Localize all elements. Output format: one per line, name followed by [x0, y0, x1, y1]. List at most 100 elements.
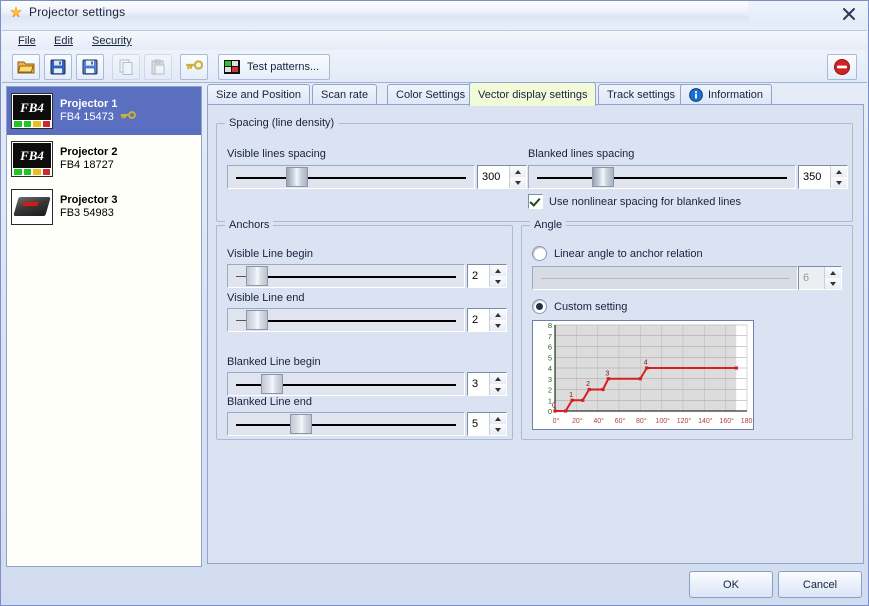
- radio-box: [532, 246, 547, 261]
- projector-list[interactable]: FB4 Projector 1 FB4 15473 FB4 Projector …: [6, 86, 202, 567]
- svg-text:8: 8: [548, 321, 552, 330]
- blanked-line-begin-slider[interactable]: [227, 372, 465, 396]
- close-icon[interactable]: [838, 4, 860, 24]
- disconnect-button[interactable]: [827, 54, 857, 80]
- svg-text:120°: 120°: [677, 417, 692, 425]
- menu-bar: File Edit Security: [2, 30, 867, 51]
- visible-line-begin-label: Visible Line begin: [227, 248, 313, 260]
- fb4-device-icon: FB4: [11, 93, 53, 129]
- spacing-group: Spacing (line density) Visible lines spa…: [216, 123, 853, 222]
- stepper-down[interactable]: [490, 276, 506, 287]
- visible-lines-spacing-label: Visible lines spacing: [227, 148, 326, 160]
- toolbar: Test patterns...: [2, 50, 867, 83]
- stepper-up[interactable]: [510, 166, 526, 177]
- stepper-down[interactable]: [490, 424, 506, 435]
- custom-setting-radio[interactable]: Custom setting: [532, 299, 627, 314]
- linear-angle-label: Linear angle to anchor relation: [554, 248, 703, 260]
- list-item-name: Projector 2: [60, 146, 117, 159]
- svg-text:80°: 80°: [636, 417, 647, 425]
- stepper-down[interactable]: [831, 177, 847, 188]
- sun-star-icon: [9, 5, 23, 19]
- list-item[interactable]: FB4 Projector 2 FB4 18727: [7, 135, 201, 183]
- blanked-line-end-slider[interactable]: [227, 412, 465, 436]
- no-entry-icon: [833, 58, 851, 76]
- svg-text:2: 2: [586, 381, 590, 388]
- menu-file[interactable]: File: [12, 34, 42, 48]
- linear-angle-slider: [532, 266, 798, 290]
- stepper-down[interactable]: [490, 320, 506, 331]
- svg-text:160°: 160°: [719, 417, 734, 425]
- tab-size-and-position[interactable]: Size and Position: [207, 84, 310, 105]
- blanked-line-begin-stepper[interactable]: 3: [467, 372, 507, 396]
- visible-line-begin-slider[interactable]: [227, 264, 465, 288]
- tab-color-settings[interactable]: Color Settings: [387, 84, 474, 105]
- svg-text:20°: 20°: [572, 417, 583, 425]
- linear-angle-radio[interactable]: Linear angle to anchor relation: [532, 246, 703, 261]
- test-patterns-button[interactable]: Test patterns...: [218, 54, 330, 80]
- open-button[interactable]: [12, 54, 40, 80]
- visible-lines-spacing-stepper[interactable]: 300: [477, 165, 527, 189]
- save-button[interactable]: [44, 54, 72, 80]
- anchors-group: Anchors Visible Line begin 2 Visible Lin…: [216, 225, 513, 440]
- visible-lines-spacing-slider[interactable]: [227, 165, 475, 189]
- cancel-button[interactable]: Cancel: [778, 571, 862, 598]
- svg-text:4: 4: [644, 360, 648, 367]
- svg-text:3: 3: [548, 375, 552, 384]
- list-item[interactable]: FB4 Projector 1 FB4 15473: [7, 87, 201, 135]
- fb3-device-icon: [11, 189, 53, 225]
- stepper-down[interactable]: [490, 384, 506, 395]
- key-button[interactable]: [180, 54, 208, 80]
- tab-vector-display-settings[interactable]: Vector display settings: [469, 82, 596, 106]
- menu-edit[interactable]: Edit: [48, 34, 79, 48]
- menu-security[interactable]: Security: [86, 34, 138, 48]
- angle-custom-chart[interactable]: 0123456780°20°40°60°80°100°120°140°160°1…: [532, 320, 754, 430]
- list-item-serial: FB4 15473: [60, 111, 114, 124]
- linear-angle-value: 6: [799, 267, 824, 289]
- paste-button: [144, 54, 172, 80]
- title-bar-left: Projector settings: [9, 5, 125, 19]
- visible-line-end-stepper[interactable]: 2: [467, 308, 507, 332]
- blanked-lines-spacing-stepper[interactable]: 350: [798, 165, 848, 189]
- stepper-up: [825, 267, 841, 278]
- tab-track-settings[interactable]: Track settings: [598, 84, 684, 105]
- info-icon: [689, 88, 703, 102]
- linear-angle-stepper: 6: [798, 266, 842, 290]
- svg-text:0°: 0°: [553, 417, 560, 425]
- stepper-up[interactable]: [490, 265, 506, 276]
- visible-line-end-label: Visible Line end: [227, 292, 304, 304]
- stepper-up[interactable]: [831, 166, 847, 177]
- nonlinear-spacing-checkbox[interactable]: Use nonlinear spacing for blanked lines: [528, 194, 741, 209]
- visible-line-end-slider[interactable]: [227, 308, 465, 332]
- angle-chart-svg[interactable]: 0123456780°20°40°60°80°100°120°140°160°1…: [533, 321, 753, 429]
- tab-scan-rate[interactable]: Scan rate: [312, 84, 377, 105]
- stepper-up[interactable]: [490, 373, 506, 384]
- blanked-line-begin-label: Blanked Line begin: [227, 356, 321, 368]
- blanked-line-begin-value: 3: [468, 373, 489, 395]
- svg-text:60°: 60°: [615, 417, 626, 425]
- tab-information[interactable]: Information: [680, 84, 772, 105]
- list-item[interactable]: Projector 3 FB3 54983: [7, 183, 201, 231]
- stepper-up[interactable]: [490, 309, 506, 320]
- visible-lines-spacing-value: 300: [478, 166, 509, 188]
- fb4-device-icon: FB4: [11, 141, 53, 177]
- blanked-line-end-stepper[interactable]: 5: [467, 412, 507, 436]
- angle-group: Angle Linear angle to anchor relation 6 …: [521, 225, 853, 440]
- anchors-group-caption: Anchors: [225, 219, 273, 231]
- window-title: Projector settings: [29, 5, 125, 19]
- radio-box: [532, 299, 547, 314]
- save-as-button[interactable]: [76, 54, 104, 80]
- svg-text:3: 3: [605, 370, 609, 377]
- checkbox-box: [528, 194, 543, 209]
- blanked-lines-spacing-slider[interactable]: [528, 165, 796, 189]
- blanked-lines-spacing-label: Blanked lines spacing: [528, 148, 634, 160]
- stepper-down[interactable]: [510, 177, 526, 188]
- list-item-name: Projector 1: [60, 98, 136, 111]
- angle-group-caption: Angle: [530, 219, 566, 231]
- tab-bar: Size and Position Scan rate Color Settin…: [207, 82, 864, 104]
- svg-text:6: 6: [548, 343, 552, 352]
- stepper-up[interactable]: [490, 413, 506, 424]
- blanked-lines-spacing-value: 350: [799, 166, 830, 188]
- visible-line-begin-stepper[interactable]: 2: [467, 264, 507, 288]
- ok-button[interactable]: OK: [689, 571, 773, 598]
- svg-text:100°: 100°: [655, 417, 670, 425]
